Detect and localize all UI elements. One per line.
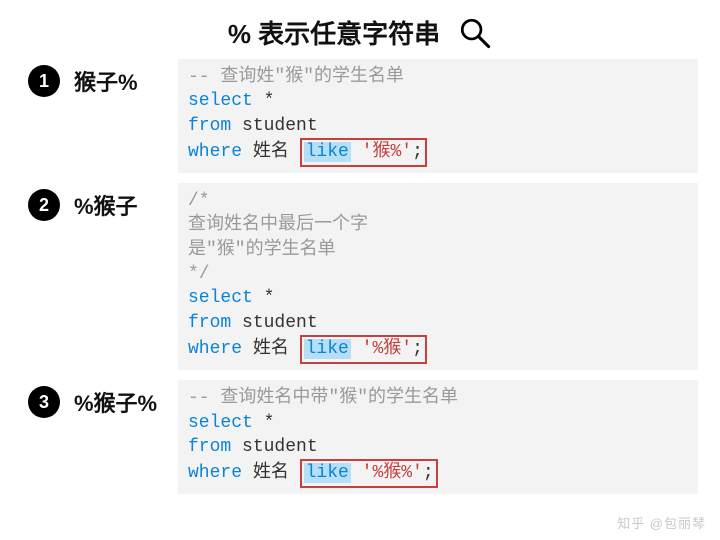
example-item: 2 %猴子 /* 查询姓名中最后一个字 是"猴"的学生名单 */ select …: [28, 183, 698, 370]
comment-line: 查询姓名中最后一个字: [188, 215, 368, 235]
pattern-text: %猴子%: [60, 380, 178, 418]
kw-from: from: [188, 313, 231, 333]
kw-select: select: [188, 91, 253, 111]
kw-from: from: [188, 437, 231, 457]
comment-line: 是"猴"的学生名单: [188, 240, 336, 260]
pattern-text: 猴子%: [60, 59, 178, 97]
example-item: 1 猴子% -- 查询姓"猴"的学生名单 select * from stude…: [28, 59, 698, 173]
highlighted-like-clause: like '%猴';: [300, 335, 427, 364]
code-block: -- 查询姓"猴"的学生名单 select * from student whe…: [178, 59, 698, 173]
examples-list: 1 猴子% -- 查询姓"猴"的学生名单 select * from stude…: [0, 59, 720, 494]
kw-where: where: [188, 142, 242, 162]
highlighted-like-clause: like '猴%';: [300, 138, 427, 167]
kw-select: select: [188, 288, 253, 308]
kw-select: select: [188, 413, 253, 433]
example-number-badge: 2: [28, 189, 60, 221]
header: % 表示任意字符串: [0, 0, 720, 59]
comment-line: /*: [188, 191, 210, 211]
example-number-badge: 1: [28, 65, 60, 97]
search-icon: [458, 16, 492, 50]
kw-like: like: [304, 463, 351, 483]
kw-like: like: [304, 142, 351, 162]
kw-like: like: [304, 339, 351, 359]
example-item: 3 %猴子% -- 查询姓名中带"猴"的学生名单 select * from s…: [28, 380, 698, 494]
comment-line: -- 查询姓"猴"的学生名单: [188, 67, 404, 87]
kw-where: where: [188, 339, 242, 359]
comment-line: */: [188, 264, 210, 284]
watermark: 知乎 @包丽琴: [617, 513, 706, 532]
code-block: -- 查询姓名中带"猴"的学生名单 select * from student …: [178, 380, 698, 494]
example-number-badge: 3: [28, 386, 60, 418]
kw-from: from: [188, 116, 231, 136]
pattern-text: %猴子: [60, 183, 178, 221]
highlighted-like-clause: like '%猴%';: [300, 459, 438, 488]
page-title: % 表示任意字符串: [228, 14, 440, 51]
kw-where: where: [188, 463, 242, 483]
comment-line: -- 查询姓名中带"猴"的学生名单: [188, 388, 458, 408]
code-block: /* 查询姓名中最后一个字 是"猴"的学生名单 */ select * from…: [178, 183, 698, 370]
